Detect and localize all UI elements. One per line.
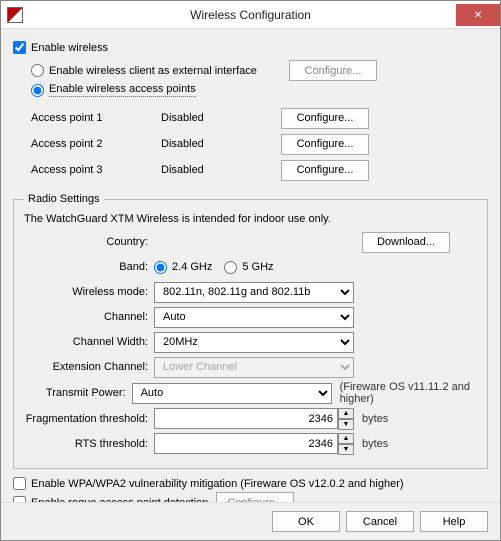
dialog-footer: OK Cancel Help — [1, 502, 500, 540]
rts-input[interactable] — [154, 433, 338, 454]
window-title: Wireless Configuration — [1, 8, 500, 22]
ap-1-name: Access point 1 — [31, 112, 161, 124]
mode-ap-row[interactable]: Enable wireless access points — [31, 83, 488, 97]
frag-input[interactable] — [154, 408, 338, 429]
channel-select[interactable]: Auto — [154, 307, 354, 328]
cancel-button[interactable]: Cancel — [346, 511, 414, 532]
ap-2-configure-button[interactable]: Configure... — [281, 134, 369, 155]
ap-3-name: Access point 3 — [31, 164, 161, 176]
download-button[interactable]: Download... — [362, 232, 450, 253]
tx-power-label: Transmit Power: — [24, 387, 132, 399]
ap-row-3: Access point 3 Disabled Configure... — [31, 157, 488, 183]
mode-client-configure-button[interactable]: Configure... — [289, 60, 377, 81]
wireless-mode-label: Wireless mode: — [24, 286, 154, 298]
ap-row-2: Access point 2 Disabled Configure... — [31, 131, 488, 157]
titlebar: Wireless Configuration × — [1, 1, 500, 29]
wpa-mitigation-label: Enable WPA/WPA2 vulnerability mitigation… — [31, 478, 404, 490]
frag-up-button[interactable]: ▲ — [338, 408, 354, 419]
tx-power-select[interactable]: Auto — [132, 383, 332, 404]
frag-unit: bytes — [362, 413, 388, 425]
frag-label: Fragmentation threshold: — [24, 413, 154, 425]
band-24-row[interactable]: 2.4 GHz — [154, 261, 212, 274]
ap-3-status: Disabled — [161, 164, 281, 176]
band-24-radio[interactable] — [154, 261, 167, 274]
rts-spinner[interactable]: ▲ ▼ — [154, 433, 354, 455]
ap-2-status: Disabled — [161, 138, 281, 150]
rts-down-button[interactable]: ▼ — [338, 444, 354, 455]
app-icon — [7, 7, 23, 23]
mode-client-row[interactable]: Enable wireless client as external inter… — [31, 60, 488, 81]
wireless-mode-select[interactable]: 802.11n, 802.11g and 802.11b — [154, 282, 354, 303]
rogue-row: Enable rogue access point detection Conf… — [13, 492, 488, 502]
ap-3-configure-button[interactable]: Configure... — [281, 160, 369, 181]
channel-width-select[interactable]: 20MHz — [154, 332, 354, 353]
ap-2-name: Access point 2 — [31, 138, 161, 150]
frag-spinner[interactable]: ▲ ▼ — [154, 408, 354, 430]
close-button[interactable]: × — [456, 4, 500, 26]
rts-label: RTS threshold: — [24, 438, 154, 450]
ap-1-configure-button[interactable]: Configure... — [281, 108, 369, 129]
radio-settings-legend: Radio Settings — [24, 193, 104, 205]
channel-label: Channel: — [24, 311, 154, 323]
band-label: Band: — [24, 261, 154, 273]
band-5-radio[interactable] — [224, 261, 237, 274]
enable-wireless-checkbox[interactable] — [13, 41, 26, 54]
wireless-config-dialog: Wireless Configuration × Enable wireless… — [0, 0, 501, 541]
ext-channel-select[interactable]: Lower Channel — [154, 357, 354, 378]
ok-button[interactable]: OK — [272, 511, 340, 532]
rogue-configure-button[interactable]: Configure... — [216, 492, 294, 502]
help-button[interactable]: Help — [420, 511, 488, 532]
rts-up-button[interactable]: ▲ — [338, 433, 354, 444]
ap-row-1: Access point 1 Disabled Configure... — [31, 105, 488, 131]
band-24-label: 2.4 GHz — [172, 261, 212, 273]
enable-wireless-row[interactable]: Enable wireless — [13, 41, 488, 54]
rts-unit: bytes — [362, 438, 388, 450]
access-points-table: Access point 1 Disabled Configure... Acc… — [31, 105, 488, 183]
ap-1-status: Disabled — [161, 112, 281, 124]
channel-width-label: Channel Width: — [24, 336, 154, 348]
ext-channel-label: Extension Channel: — [24, 361, 154, 373]
mode-client-label: Enable wireless client as external inter… — [49, 65, 289, 77]
country-label: Country: — [24, 236, 154, 248]
band-5-label: 5 GHz — [242, 261, 273, 273]
frag-down-button[interactable]: ▼ — [338, 419, 354, 430]
content-area: Enable wireless Enable wireless client a… — [1, 29, 500, 502]
wpa-mitigation-checkbox[interactable] — [13, 477, 26, 490]
radio-settings-group: Radio Settings The WatchGuard XTM Wirele… — [13, 193, 488, 469]
mode-ap-radio[interactable] — [31, 84, 44, 97]
wpa-mitigation-row[interactable]: Enable WPA/WPA2 vulnerability mitigation… — [13, 477, 488, 490]
band-5-row[interactable]: 5 GHz — [224, 261, 273, 274]
mode-ap-label: Enable wireless access points — [49, 83, 196, 97]
tx-power-note: (Fireware OS v11.11.2 and higher) — [340, 381, 477, 405]
indoor-note: The WatchGuard XTM Wireless is intended … — [24, 213, 477, 225]
mode-client-radio[interactable] — [31, 64, 44, 77]
enable-wireless-label: Enable wireless — [31, 42, 108, 54]
